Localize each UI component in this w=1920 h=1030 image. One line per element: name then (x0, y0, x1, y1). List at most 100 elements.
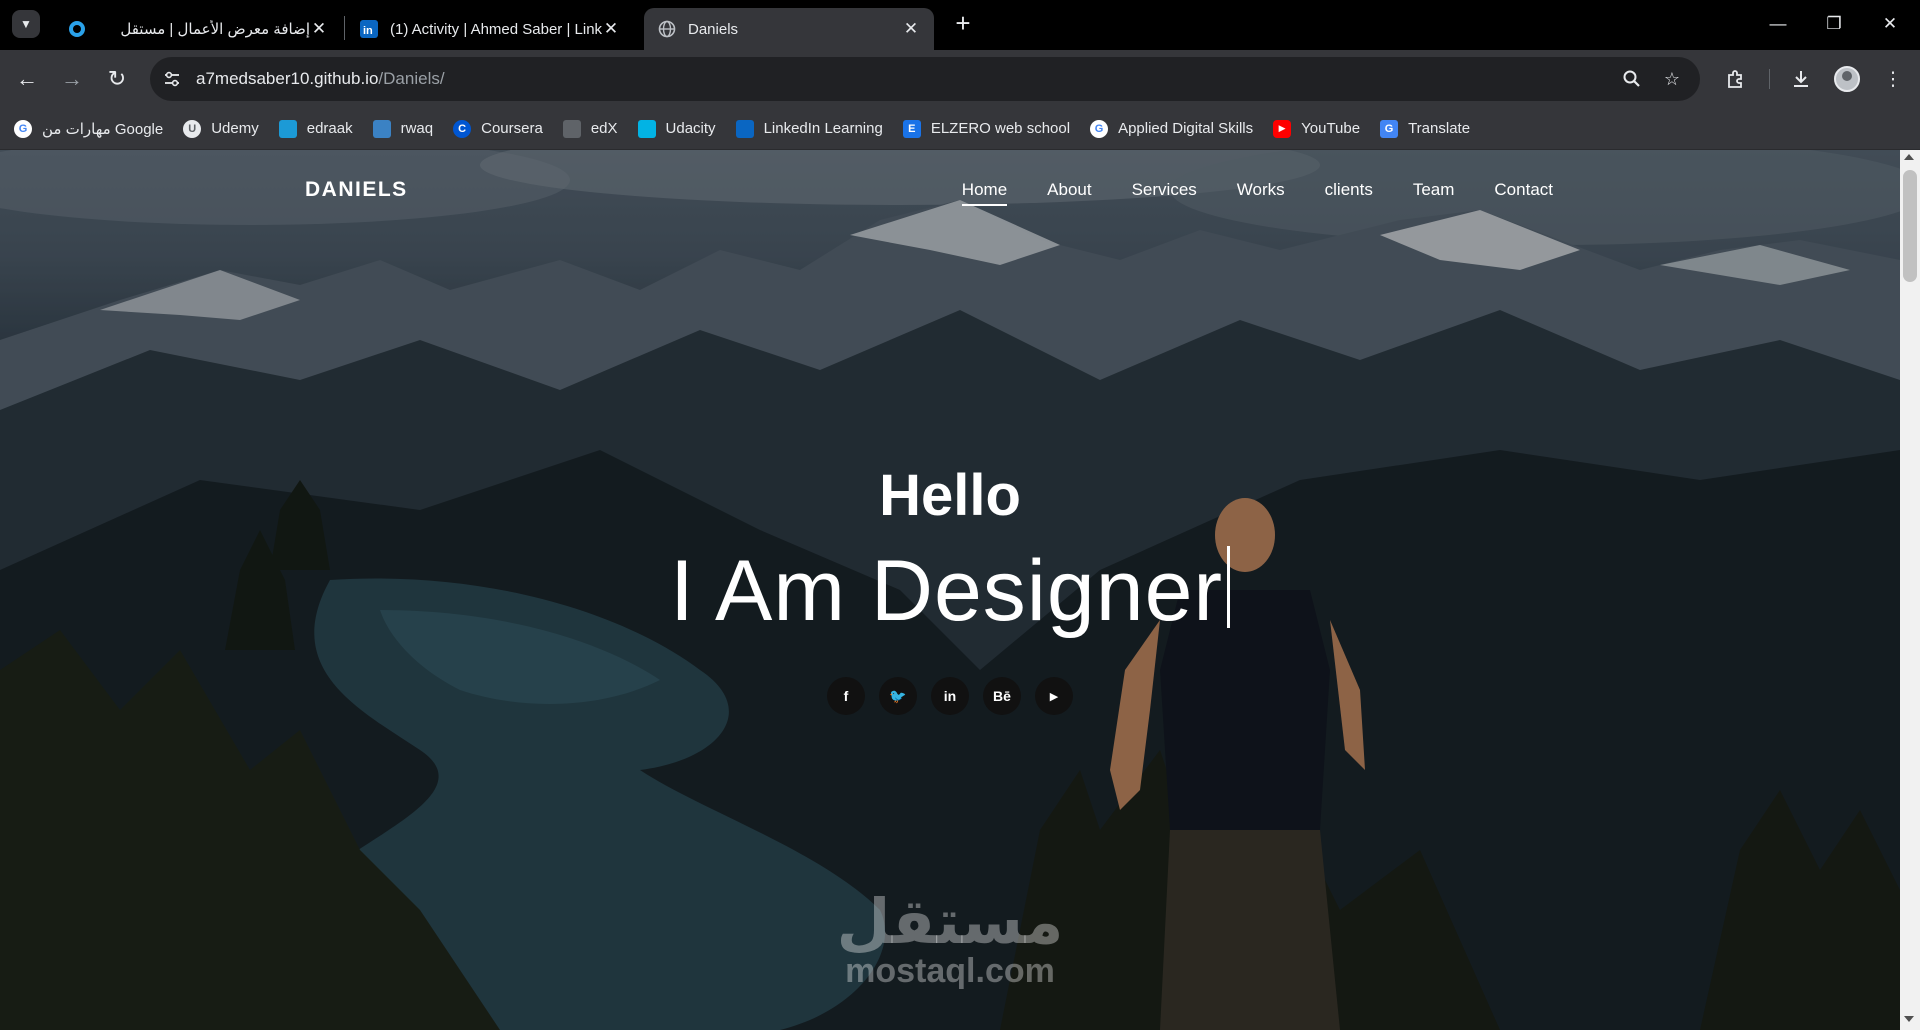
address-bar[interactable]: a7medsaber10.github.io/Daniels/ ☆ (150, 57, 1700, 101)
linkedin-icon[interactable]: in (931, 677, 969, 715)
tab-title: إضافة معرض الأعمال | مستقل (120, 21, 310, 38)
nav-link-about[interactable]: About (1047, 180, 1091, 206)
bookmark-label: Udemy (211, 120, 259, 137)
download-icon[interactable] (1786, 64, 1816, 94)
udacity-icon (637, 119, 656, 138)
bookmark-edraak[interactable]: edraak (278, 119, 353, 138)
close-icon[interactable]: ✕ (902, 19, 920, 39)
close-icon[interactable]: ✕ (310, 19, 328, 39)
url-path: /Daniels/ (378, 69, 445, 88)
mostaql-icon (68, 20, 86, 38)
edx-icon (562, 119, 581, 138)
bookmark-label: Udacity (665, 120, 716, 137)
browser-toolbar: ← → ↻ a7medsaber10.github.io/Daniels/ ☆ … (0, 50, 1920, 108)
bookmark-label: edraak (306, 120, 353, 137)
bookmark-label: edX (590, 120, 618, 137)
linkedin-icon: in (360, 20, 378, 38)
tab-daniels[interactable]: Daniels ✕ (644, 8, 934, 50)
site-navbar: DANIELS Home About Services Works clients Tea… (0, 150, 1900, 230)
youtube-icon: ▶ (1273, 119, 1292, 138)
more-menu-icon[interactable]: ⋮ (1878, 64, 1908, 94)
zoom-icon[interactable] (1621, 68, 1643, 90)
bookmark-label: YouTube (1301, 120, 1361, 137)
reload-button[interactable]: ↻ (102, 64, 132, 94)
url-host: a7medsaber10.github.io (196, 69, 379, 88)
bookmark-google[interactable]: G مهارات من Google (14, 119, 164, 138)
youtube-icon[interactable]: ▶ (1035, 677, 1073, 715)
bookmark-translate[interactable]: G Translate (1380, 119, 1471, 138)
minimize-button[interactable]: — (1750, 0, 1806, 48)
star-icon[interactable]: ☆ (1661, 68, 1683, 90)
watermark-latin: mostaql.com (845, 952, 1055, 990)
reload-icon: ↻ (107, 66, 127, 91)
bookmark-label: ELZERO web school (930, 120, 1071, 137)
page-scrollbar[interactable] (1900, 150, 1920, 1030)
url-text[interactable]: a7medsaber10.github.io/Daniels/ (196, 69, 445, 89)
extensions-icon[interactable] (1721, 64, 1751, 94)
facebook-icon[interactable]: f (827, 677, 865, 715)
twitter-icon[interactable]: 🐦 (879, 677, 917, 715)
bookmark-coursera[interactable]: C Coursera (453, 119, 543, 138)
bookmark-label: rwaq (400, 120, 434, 137)
hero-greeting: Hello (879, 463, 1021, 528)
bookmark-elzero[interactable]: E ELZERO web school (902, 119, 1071, 138)
restore-button[interactable]: ❐ (1806, 0, 1862, 48)
google-icon: G (14, 119, 32, 138)
bookmark-udemy[interactable]: U Udemy (183, 119, 259, 138)
page-viewport: DANIELS Home About Services Works clients Tea… (0, 150, 1900, 1030)
scroll-up-arrow[interactable] (1904, 154, 1914, 160)
elzero-icon: E (902, 119, 921, 138)
nav-link-home[interactable]: Home (961, 180, 1008, 206)
chevron-down-icon: ▼ (20, 17, 32, 31)
bookmark-label: Translate (1408, 120, 1471, 137)
nav-link-team[interactable]: Team (1413, 180, 1455, 206)
edraak-icon (278, 119, 297, 138)
bookmark-google[interactable]: G Applied Digital Skills (1090, 119, 1254, 138)
rwaq-icon (372, 119, 391, 138)
back-button[interactable]: ← (12, 64, 42, 94)
site-settings-icon[interactable] (162, 69, 182, 89)
globe-icon (658, 20, 676, 38)
tab-search-button[interactable]: ▼ (12, 10, 40, 38)
bookmark-linkedin-learning[interactable]: LinkedIn Learning (735, 119, 883, 138)
main-menu: Home About Services Works clients Team Contact (961, 180, 1553, 206)
bookmark-label: Applied Digital Skills (1118, 120, 1254, 137)
profile-avatar[interactable] (1834, 66, 1860, 92)
tab-strip: ▼ إضافة معرض الأعمال | مستقل ✕ in (1) Ac… (0, 0, 1920, 50)
hero-headline-text: I Am Designer (669, 543, 1224, 639)
social-links: f 🐦 in Bē ▶ (0, 677, 1900, 715)
tab-separator (344, 16, 345, 40)
arrow-left-icon: ← (16, 66, 38, 91)
tab-mostaql[interactable]: إضافة معرض الأعمال | مستقل ✕ (54, 8, 342, 50)
close-icon[interactable]: ✕ (602, 19, 620, 39)
nav-link-contact[interactable]: Contact (1494, 180, 1553, 206)
forward-button[interactable]: → (57, 64, 87, 94)
bookmark-edx[interactable]: edX (562, 119, 618, 138)
google-icon: G (1090, 119, 1109, 138)
svg-text:in: in (363, 25, 373, 37)
bookmark-youtube[interactable]: ▶ YouTube (1273, 119, 1361, 138)
site-logo[interactable]: DANIELS (305, 178, 408, 202)
nav-link-clients[interactable]: clients (1325, 180, 1373, 206)
udemy-icon: U (183, 119, 202, 138)
bookmark-label: LinkedIn Learning (763, 120, 883, 137)
toolbar-separator (1769, 69, 1770, 89)
new-tab-button[interactable]: + (949, 10, 977, 38)
bookmark-rwaq[interactable]: rwaq (372, 119, 434, 138)
bookmark-udacity[interactable]: Udacity (637, 119, 716, 138)
typing-cursor (1227, 546, 1231, 628)
coursera-icon: C (453, 119, 472, 138)
tab-linkedin[interactable]: in (1) Activity | Ahmed Saber | LinkedIn… (346, 8, 634, 50)
watermark-arabic: مستقل (836, 885, 1064, 958)
scroll-thumb[interactable] (1903, 170, 1917, 282)
nav-link-works[interactable]: Works (1237, 180, 1285, 206)
linkedin-learning-icon (735, 119, 754, 138)
hero-headline: I Am Designer (0, 542, 1900, 641)
window-close-button[interactable]: ✕ (1862, 0, 1918, 48)
mostaql-watermark: مستقل mostaql.com (820, 885, 1080, 990)
bookmark-label: مهارات من Google (42, 120, 164, 138)
bookmark-label: Coursera (481, 120, 543, 137)
scroll-down-arrow[interactable] (1904, 1016, 1914, 1022)
nav-link-services[interactable]: Services (1132, 180, 1197, 206)
behance-icon[interactable]: Bē (983, 677, 1021, 715)
